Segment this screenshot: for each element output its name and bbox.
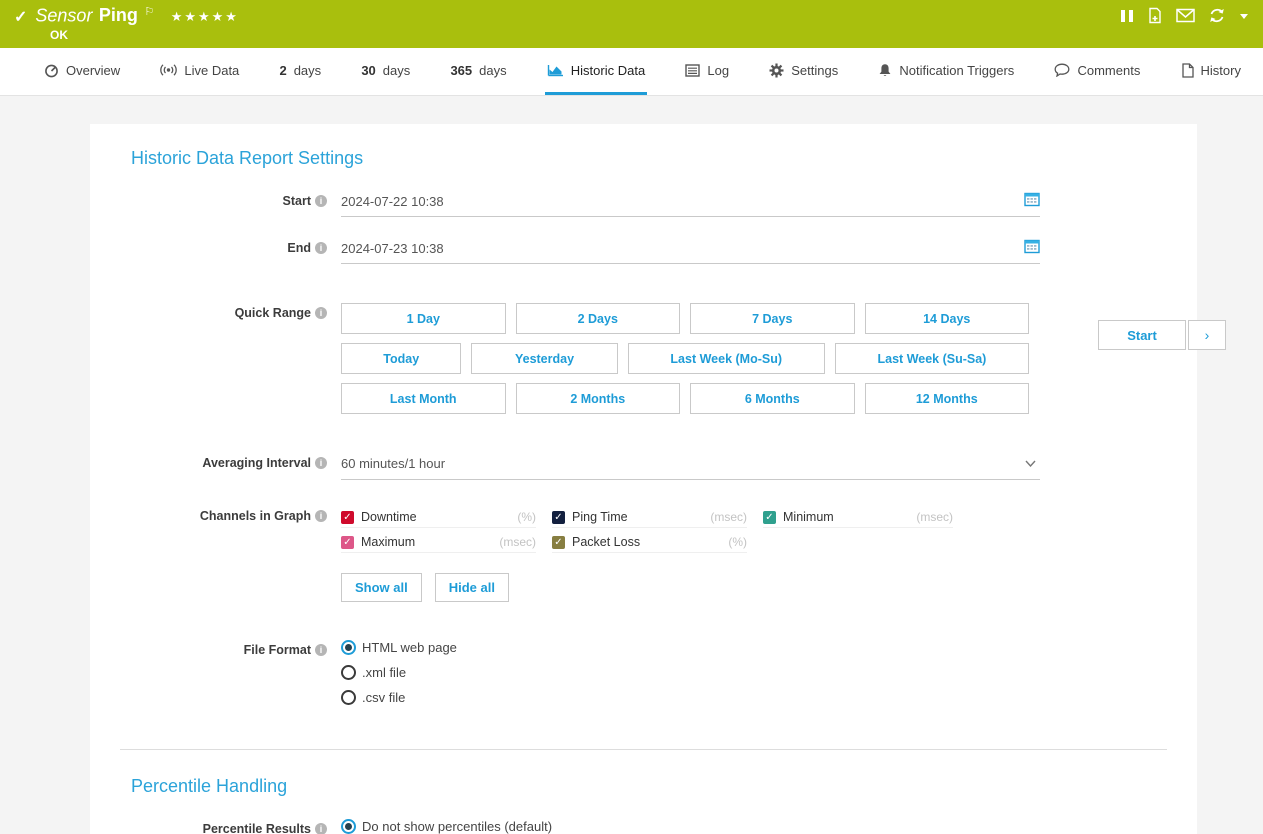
- calendar-icon[interactable]: [1024, 239, 1040, 257]
- pause-button[interactable]: [1120, 8, 1134, 24]
- form-row-end: End 2024-07-23 10:38: [131, 238, 1167, 285]
- quick-range-12-months[interactable]: 12 Months: [865, 383, 1030, 414]
- radio-unselected-icon[interactable]: [341, 690, 356, 705]
- checkbox-checked-icon[interactable]: [341, 511, 354, 524]
- hide-all-button[interactable]: Hide all: [435, 573, 509, 602]
- quick-range-6-months[interactable]: 6 Months: [690, 383, 855, 414]
- start-report-button[interactable]: Start: [1098, 320, 1186, 350]
- add-report-icon[interactable]: [1147, 7, 1163, 24]
- live-signal-icon: [160, 63, 177, 77]
- section-title-percentile: Percentile Handling: [131, 776, 1167, 797]
- tab-bar: Overview Live Data 2 days 30 days 365 da…: [0, 48, 1263, 96]
- radio-selected-icon[interactable]: [341, 640, 356, 655]
- info-icon[interactable]: [315, 457, 327, 469]
- status-ok-check-icon: ✓: [14, 7, 27, 27]
- area-chart-icon: [547, 63, 564, 77]
- tab-comments[interactable]: Comments: [1052, 48, 1142, 95]
- start-label: Start: [283, 194, 311, 208]
- show-all-button[interactable]: Show all: [341, 573, 422, 602]
- bell-icon: [878, 63, 892, 78]
- end-datetime-field[interactable]: 2024-07-23 10:38: [341, 238, 1040, 264]
- chevron-down-icon: [1025, 460, 1036, 467]
- checkbox-checked-icon[interactable]: [341, 536, 354, 549]
- info-icon[interactable]: [315, 510, 327, 522]
- tab-2-days[interactable]: 2 days: [277, 48, 323, 95]
- tab-settings[interactable]: Settings: [767, 48, 840, 95]
- section-title-historic-report: Historic Data Report Settings: [131, 148, 1167, 169]
- more-dropdown-caret-icon[interactable]: [1239, 12, 1249, 20]
- channel-ping-time[interactable]: Ping Time (msec): [552, 510, 747, 528]
- averaging-interval-select[interactable]: 60 minutes/1 hour: [341, 453, 1040, 480]
- quick-range-2-days[interactable]: 2 Days: [516, 303, 681, 334]
- tab-notification-triggers[interactable]: Notification Triggers: [876, 48, 1016, 95]
- form-row-averaging-interval: Averaging Interval 60 minutes/1 hour: [131, 453, 1167, 480]
- settings-card: Historic Data Report Settings Start 2024…: [90, 124, 1197, 834]
- sensor-header: ✓ Sensor Ping ⚐ ★★★★★ OK: [0, 0, 1263, 48]
- sensor-title: ✓ Sensor Ping ⚐ ★★★★★: [14, 5, 239, 27]
- log-list-icon: [685, 64, 700, 77]
- status-badge: OK: [50, 28, 68, 42]
- form-row-channels: Channels in Graph Downtime (%) Ping Time…: [131, 506, 1167, 602]
- quick-range-today[interactable]: Today: [341, 343, 461, 374]
- refresh-icon[interactable]: [1208, 7, 1226, 24]
- channel-minimum[interactable]: Minimum (msec): [763, 510, 953, 528]
- file-format-label: File Format: [244, 643, 311, 657]
- tab-live-data[interactable]: Live Data: [158, 48, 241, 95]
- info-icon[interactable]: [315, 195, 327, 207]
- radio-selected-icon[interactable]: [341, 819, 356, 834]
- radio-xml-file[interactable]: .xml file: [341, 665, 1040, 680]
- quick-range-last-week-su-sa[interactable]: Last Week (Su-Sa): [835, 343, 1029, 374]
- form-row-quick-range: Quick Range 1 Day 2 Days 7 Days 14 Days …: [131, 303, 1167, 423]
- info-icon[interactable]: [315, 242, 327, 254]
- gauge-icon: [44, 63, 59, 78]
- email-icon[interactable]: [1176, 8, 1195, 23]
- channel-downtime[interactable]: Downtime (%): [341, 510, 536, 528]
- tab-history[interactable]: History: [1179, 48, 1243, 95]
- info-icon[interactable]: [315, 644, 327, 656]
- form-row-percentile-results: Percentile Results Do not show percentil…: [131, 819, 1167, 834]
- flag-icon[interactable]: ⚐: [144, 6, 154, 18]
- info-icon[interactable]: [315, 823, 327, 834]
- checkbox-checked-icon[interactable]: [552, 536, 565, 549]
- quick-range-7-days[interactable]: 7 Days: [690, 303, 855, 334]
- quick-range-yesterday[interactable]: Yesterday: [471, 343, 617, 374]
- quick-range-2-months[interactable]: 2 Months: [516, 383, 681, 414]
- percentile-results-label: Percentile Results: [203, 822, 311, 834]
- channel-packet-loss[interactable]: Packet Loss (%): [552, 535, 747, 553]
- tab-30-days[interactable]: 30 days: [359, 48, 412, 95]
- quick-range-label: Quick Range: [235, 306, 311, 320]
- start-datetime-field[interactable]: 2024-07-22 10:38: [341, 191, 1040, 217]
- section-divider: [120, 749, 1167, 750]
- sensor-name: Ping: [99, 5, 138, 25]
- radio-csv-file[interactable]: .csv file: [341, 690, 1040, 705]
- sensor-kind-label: Sensor: [35, 5, 92, 25]
- radio-unselected-icon[interactable]: [341, 665, 356, 680]
- end-label: End: [287, 241, 311, 255]
- start-run-split-button: Start ›: [1098, 320, 1226, 350]
- gear-icon: [769, 63, 784, 78]
- tab-overview[interactable]: Overview: [42, 48, 122, 95]
- quick-range-last-week-mo-su[interactable]: Last Week (Mo-Su): [628, 343, 825, 374]
- tab-historic-data[interactable]: Historic Data: [545, 48, 647, 95]
- radio-no-percentiles[interactable]: Do not show percentiles (default): [341, 819, 1040, 834]
- start-report-chevron-button[interactable]: ›: [1188, 320, 1226, 350]
- calendar-icon[interactable]: [1024, 192, 1040, 210]
- info-icon[interactable]: [315, 307, 327, 319]
- quick-range-1-day[interactable]: 1 Day: [341, 303, 506, 334]
- priority-stars[interactable]: ★★★★★: [171, 9, 239, 24]
- tab-log[interactable]: Log: [683, 48, 731, 95]
- quick-range-14-days[interactable]: 14 Days: [865, 303, 1030, 334]
- form-row-start: Start 2024-07-22 10:38: [131, 191, 1167, 238]
- checkbox-checked-icon[interactable]: [763, 511, 776, 524]
- checkbox-checked-icon[interactable]: [552, 511, 565, 524]
- tab-365-days[interactable]: 365 days: [448, 48, 508, 95]
- channel-maximum[interactable]: Maximum (msec): [341, 535, 536, 553]
- history-page-icon: [1181, 63, 1194, 78]
- quick-range-last-month[interactable]: Last Month: [341, 383, 506, 414]
- form-row-file-format: File Format HTML web page .xml file .csv…: [131, 640, 1167, 715]
- channels-in-graph-label: Channels in Graph: [200, 509, 311, 523]
- radio-html-web-page[interactable]: HTML web page: [341, 640, 1040, 655]
- comment-bubble-icon: [1054, 63, 1070, 77]
- averaging-interval-label: Averaging Interval: [202, 456, 311, 470]
